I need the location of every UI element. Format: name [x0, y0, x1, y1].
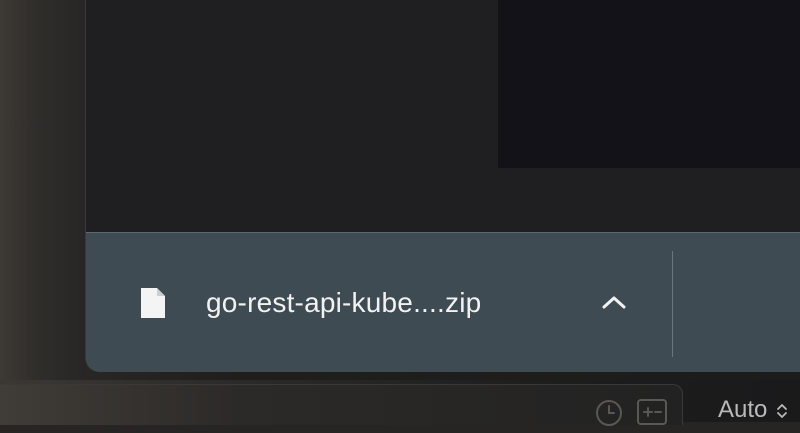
- download-shelf: go-rest-api-kube....zip: [86, 232, 800, 372]
- download-file-name[interactable]: go-rest-api-kube....zip: [206, 287, 481, 319]
- dark-content-panel: [498, 0, 800, 168]
- page-content-area: [86, 0, 800, 232]
- download-menu-button[interactable]: [598, 288, 630, 320]
- file-icon: [138, 286, 168, 320]
- shelf-divider: [672, 251, 673, 357]
- chevron-updown-icon: [775, 400, 789, 420]
- bottom-panel: [0, 384, 683, 425]
- desktop-left-edge: [0, 0, 86, 380]
- chevron-up-icon: [601, 294, 627, 315]
- download-item[interactable]: go-rest-api-kube....zip: [138, 283, 481, 323]
- history-icon[interactable]: [594, 398, 624, 428]
- auto-select-value: Auto: [718, 396, 768, 423]
- auto-select[interactable]: Auto: [718, 396, 789, 424]
- browser-window: go-rest-api-kube....zip: [85, 0, 800, 372]
